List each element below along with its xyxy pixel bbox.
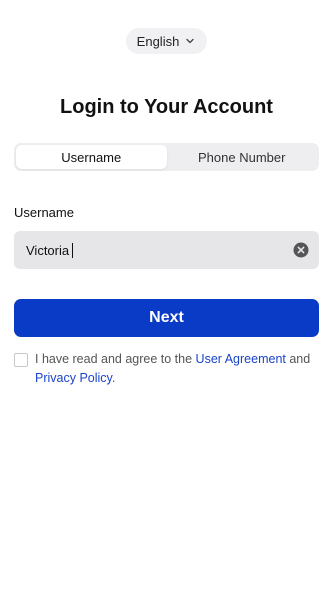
username-input-value: Victoria [26, 242, 70, 258]
clear-circle-icon[interactable] [293, 242, 309, 258]
next-button[interactable]: Next [14, 299, 319, 337]
agreement-text: I have read and agree to the User Agreem… [35, 350, 319, 388]
username-field-label: Username [14, 205, 74, 220]
user-agreement-link[interactable]: User Agreement [196, 352, 286, 366]
chevron-down-icon [185, 36, 195, 46]
username-input[interactable]: Victoria [14, 231, 319, 269]
agreement-and: and [289, 352, 311, 366]
agreement-checkbox[interactable] [14, 353, 28, 367]
username-input-value-wrap: Victoria [26, 242, 293, 258]
agreement-suffix: . [111, 371, 116, 385]
language-selector[interactable]: English [125, 28, 208, 54]
page-title: Login to Your Account [60, 96, 273, 118]
text-caret [72, 242, 74, 258]
agreement-row: I have read and agree to the User Agreem… [14, 350, 319, 388]
login-method-tabs: Username Phone Number [14, 143, 319, 171]
tab-phone-number[interactable]: Phone Number [167, 145, 318, 169]
privacy-policy-link[interactable]: Privacy Policy [35, 371, 112, 385]
tab-username[interactable]: Username [16, 145, 167, 169]
agreement-prefix: I have read and agree to the [35, 352, 193, 366]
language-selector-wrap: English [0, 28, 333, 54]
language-label: English [136, 33, 180, 49]
